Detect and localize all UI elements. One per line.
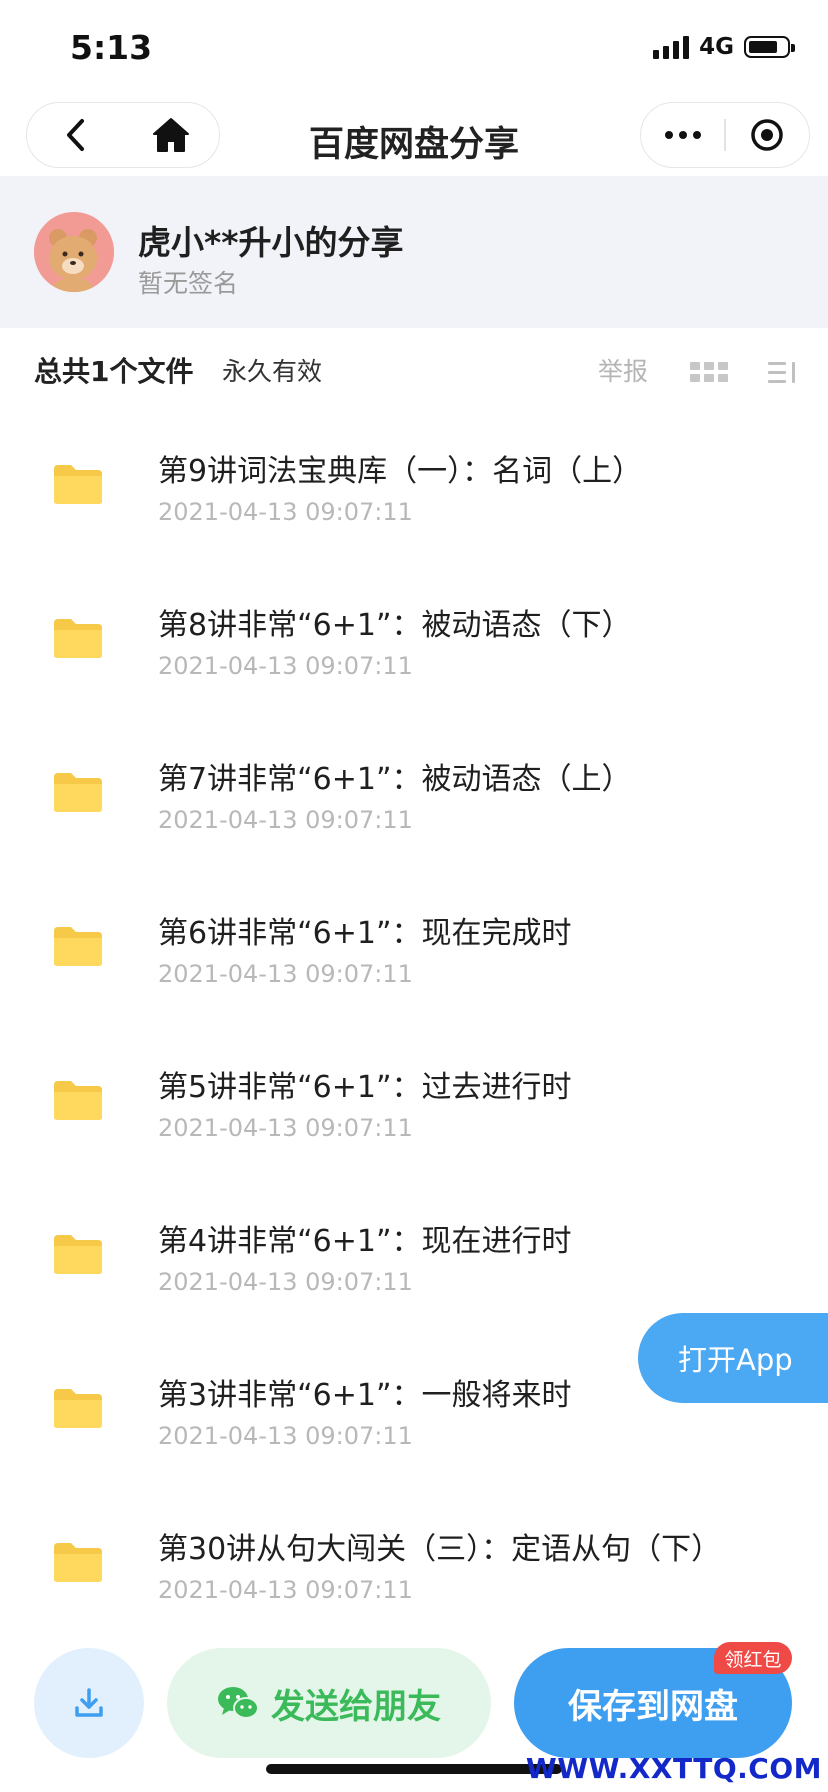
sharer-signature: 暂无签名 [138, 269, 239, 298]
nav-bar: 百度网盘分享 [0, 100, 828, 176]
watermark-text: WWW.XXTTQ.COM [525, 1752, 822, 1785]
red-packet-badge[interactable]: 领红包 [714, 1642, 792, 1674]
sharer-header: 虎小**升小的分享 暂无签名 [0, 176, 828, 328]
battery-icon [744, 36, 795, 58]
target-close-icon [751, 119, 784, 151]
list-view-icon[interactable] [768, 358, 798, 386]
file-date: 2021-04-13 09:07:11 [158, 1576, 413, 1604]
network-type: 4G [699, 34, 734, 60]
file-title: 第5讲非常“6+1”：过去进行时 [158, 1070, 572, 1105]
nav-capsule-right [640, 102, 810, 168]
file-date: 2021-04-13 09:07:11 [158, 1114, 413, 1142]
folder-icon [54, 465, 102, 504]
folder-icon [54, 1543, 102, 1582]
download-button[interactable] [34, 1648, 144, 1758]
more-dots-icon [664, 131, 701, 139]
validity-label: 永久有效 [222, 357, 323, 386]
file-count: 总共1个文件 [34, 355, 194, 388]
close-miniprogram-button[interactable] [726, 103, 809, 167]
report-link[interactable]: 举报 [598, 352, 648, 388]
status-indicators: 4G [653, 34, 795, 60]
file-title: 第8讲非常“6+1”：被动语态（下） [158, 608, 632, 643]
status-time: 5:13 [70, 28, 153, 67]
wechat-icon [218, 1687, 259, 1719]
file-row[interactable]: 第5讲非常“6+1”：过去进行时 2021-04-13 09:07:11 [0, 1024, 828, 1178]
more-button[interactable] [641, 103, 724, 167]
file-row[interactable]: 第8讲非常“6+1”：被动语态（下） 2021-04-13 09:07:11 [0, 562, 828, 716]
folder-icon [54, 619, 102, 658]
send-to-friend-button[interactable]: 发送给朋友 [167, 1648, 491, 1758]
file-title: 第30讲从句大闯关（三）：定语从句（下） [158, 1532, 722, 1567]
file-date: 2021-04-13 09:07:11 [158, 960, 413, 988]
file-row[interactable]: 第7讲非常“6+1”：被动语态（上） 2021-04-13 09:07:11 [0, 716, 828, 870]
save-label: 保存到网盘 [568, 1686, 738, 1727]
summary-bar: 总共1个文件 永久有效 举报 [0, 328, 828, 408]
file-row[interactable]: 第4讲非常“6+1”：现在进行时 2021-04-13 09:07:11 [0, 1178, 828, 1332]
file-row[interactable]: 第9讲词法宝典库（一）：名词（上） 2021-04-13 09:07:11 [0, 408, 828, 562]
file-title: 第4讲非常“6+1”：现在进行时 [158, 1224, 572, 1259]
file-date: 2021-04-13 09:07:11 [158, 498, 413, 526]
file-date: 2021-04-13 09:07:11 [158, 652, 413, 680]
file-row[interactable]: 第30讲从句大闯关（三）：定语从句（下） 2021-04-13 09:07:11 [0, 1486, 828, 1640]
folder-icon [54, 1235, 102, 1274]
bear-avatar-icon [34, 212, 114, 292]
file-date: 2021-04-13 09:07:11 [158, 1268, 413, 1296]
open-app-button[interactable]: 打开App [638, 1313, 828, 1403]
folder-icon [54, 1389, 102, 1428]
download-icon [75, 1688, 103, 1717]
file-row[interactable]: 第6讲非常“6+1”：现在完成时 2021-04-13 09:07:11 [0, 870, 828, 1024]
file-title: 第6讲非常“6+1”：现在完成时 [158, 916, 572, 951]
status-bar: 5:13 4G [0, 0, 828, 100]
send-label: 发送给朋友 [271, 1686, 441, 1727]
sharer-name: 虎小**升小的分享 [138, 223, 404, 262]
folder-icon [54, 1081, 102, 1120]
file-title: 第3讲非常“6+1”：一般将来时 [158, 1378, 572, 1413]
file-title: 第7讲非常“6+1”：被动语态（上） [158, 762, 632, 797]
home-indicator [266, 1764, 562, 1774]
file-list: 第9讲词法宝典库（一）：名词（上） 2021-04-13 09:07:11 第8讲非… [0, 408, 828, 1640]
file-date: 2021-04-13 09:07:11 [158, 1422, 413, 1450]
grid-view-icon[interactable] [690, 362, 728, 382]
file-title: 第9讲词法宝典库（一）：名词（上） [158, 454, 643, 489]
folder-icon [54, 927, 102, 966]
signal-icon [653, 35, 690, 59]
file-date: 2021-04-13 09:07:11 [158, 806, 413, 834]
avatar[interactable] [34, 212, 114, 292]
folder-icon [54, 773, 102, 812]
